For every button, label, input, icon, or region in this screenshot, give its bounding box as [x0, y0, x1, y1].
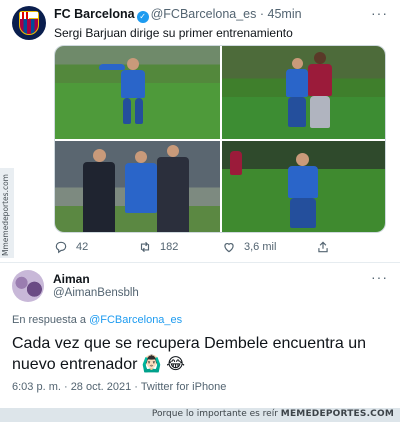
verified-badge-icon: ✓ [136, 11, 149, 23]
share-icon [318, 241, 328, 253]
reply-icon [55, 241, 67, 254]
retweet-action[interactable]: 182 [138, 240, 178, 254]
tweet-actions: 42 182 3,6 mil [54, 240, 384, 256]
photo-4[interactable] [222, 141, 385, 232]
reply-avatar[interactable] [12, 270, 44, 302]
share-action[interactable] [316, 240, 330, 254]
like-icon [224, 243, 234, 253]
in-reply-link[interactable]: @FCBarcelona_es [89, 314, 182, 326]
retweet-count: 182 [160, 241, 179, 253]
reply-author-name[interactable]: Aiman [53, 272, 90, 286]
photo-1[interactable] [55, 46, 220, 139]
photo-2[interactable] [222, 46, 385, 139]
retweet-icon [140, 241, 150, 253]
reply-author-handle[interactable]: @AimanBensblh [53, 287, 139, 299]
in-reply-prefix: En respuesta a [12, 314, 86, 326]
separator-dot: · [259, 7, 265, 21]
footer-watermark: Porque lo importante es reír MEMEDEPORTE… [0, 408, 400, 422]
reply-action[interactable]: 42 [54, 240, 88, 254]
author-handle[interactable]: @FCBarcelona_es [151, 7, 257, 21]
more-options-icon[interactable]: ··· [371, 5, 388, 21]
like-count: 3,6 mil [244, 241, 277, 253]
media-grid[interactable] [54, 45, 386, 233]
like-action[interactable]: 3,6 mil [222, 240, 276, 254]
footer-prefix: Porque lo importante es reír [151, 409, 278, 419]
photo-3[interactable] [55, 141, 220, 232]
more-options-icon[interactable]: ··· [371, 269, 388, 285]
author-name[interactable]: FC Barcelona [54, 7, 135, 21]
tweet-time[interactable]: 45min [268, 7, 302, 21]
reply-text: Cada vez que se recupera Dembele encuent… [12, 335, 366, 373]
fcb-avatar[interactable] [12, 6, 46, 40]
tweet-main[interactable]: FC Barcelona ✓ @FCBarcelona_es · 45min ···… [0, 0, 400, 262]
in-reply-to: En respuesta a @FCBarcelona_es [12, 314, 182, 326]
footer-brand: MEMEDEPORTES.COM [280, 409, 394, 419]
reply-text-block: Cada vez que se recupera Dembele encuent… [12, 333, 382, 375]
tweet-header: FC Barcelona ✓ @FCBarcelona_es · 45min [54, 7, 302, 23]
divider [0, 262, 400, 263]
reply-count: 42 [76, 241, 89, 253]
reply-emoji: 🙆🏻‍♂️ 😂 [141, 356, 185, 373]
reply-meta: 6:03 p. m. · 28 oct. 2021 · Twitter for … [12, 381, 227, 393]
tweet-text: Sergi Barjuan dirige su primer entrenami… [54, 26, 293, 40]
